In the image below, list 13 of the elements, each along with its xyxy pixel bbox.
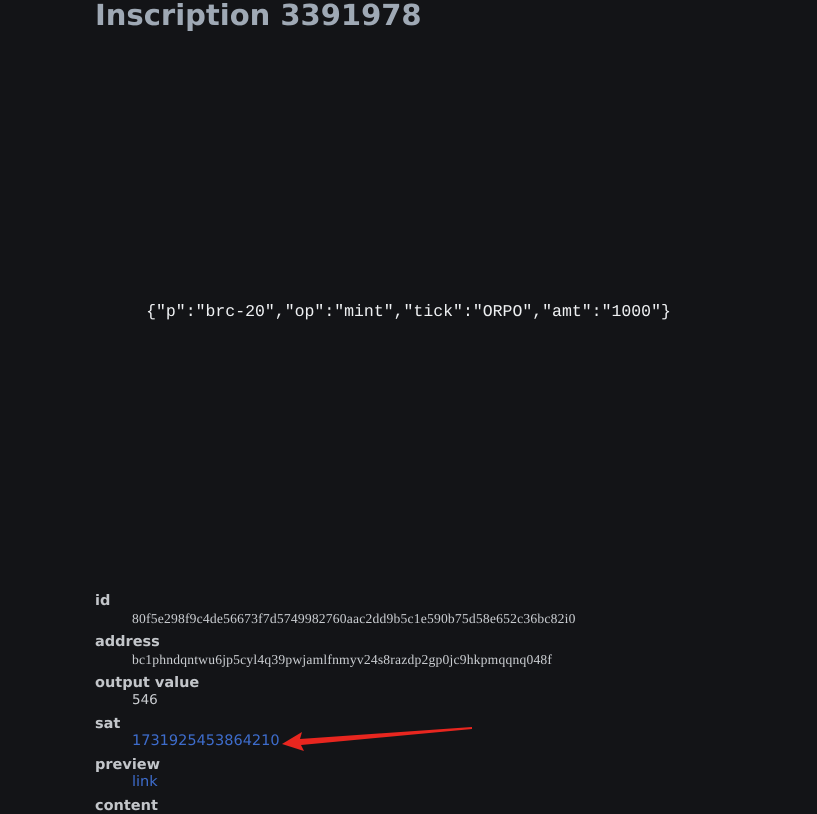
- detail-label: id: [95, 592, 110, 610]
- detail-value: 546: [131, 692, 158, 709]
- detail-link[interactable]: 1731925453864210: [132, 733, 280, 749]
- detail-label: output value: [95, 674, 200, 692]
- detail-link[interactable]: link: [132, 774, 158, 790]
- detail-value: 80f5e298f9c4de56673f7d5749982760aac2dd9b5c1e590b75d58e652c36bc82i0: [131, 610, 576, 627]
- detail-label: address: [95, 633, 160, 651]
- detail-value: bc1phndqntwu6jp5cyl4q39pwjamlfnmyv24s8razdp2gp0jc9hkpmqqnq048f: [131, 651, 552, 668]
- detail-label: preview: [95, 756, 160, 774]
- inscription-content: {"p":"brc-20","op":"mint","tick":"ORPO","amt":"1000"}: [146, 302, 671, 320]
- detail-label: content: [95, 797, 158, 814]
- detail-label: sat: [95, 715, 120, 733]
- page-title: Inscription 3391978: [95, 0, 422, 30]
